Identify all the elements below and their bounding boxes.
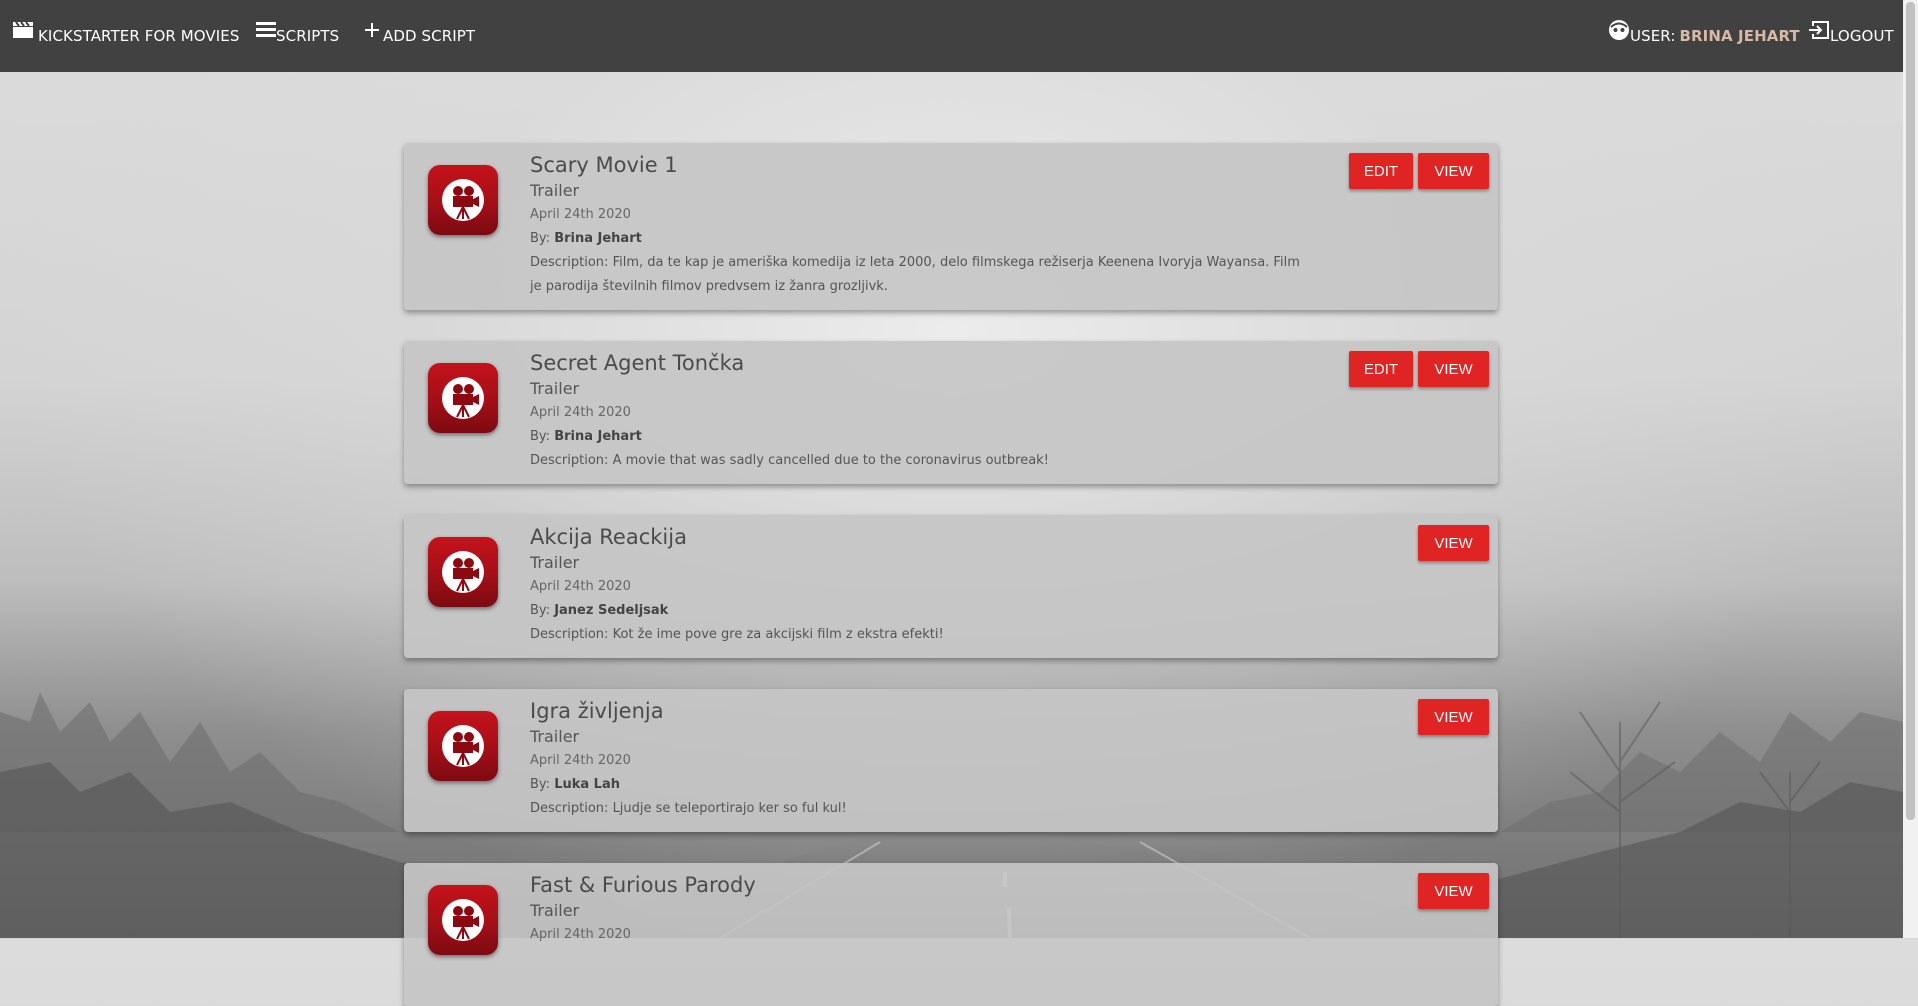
- clapperboard-icon: [12, 21, 34, 43]
- script-description-line: Description: A movie that was sadly canc…: [530, 449, 1310, 473]
- script-description-line: Description: Kot že ime pove gre za akci…: [530, 623, 1310, 647]
- movie-camera-icon: [428, 711, 498, 781]
- list-icon: [256, 21, 276, 43]
- page-scrollbar[interactable]: [1903, 0, 1918, 938]
- script-description-line: Description: Ljudje se teleportirajo ker…: [530, 797, 1310, 821]
- movie-camera-icon: [428, 537, 498, 607]
- nav-scripts[interactable]: SCRIPTS: [256, 0, 339, 72]
- logout-icon: [1808, 20, 1830, 44]
- script-title: Secret Agent Tončka: [530, 351, 745, 375]
- description-label: Description:: [530, 801, 609, 816]
- script-date: April 24th 2020: [530, 405, 631, 420]
- script-author: Brina Jehart: [554, 231, 642, 246]
- script-type: Trailer: [530, 901, 580, 920]
- edit-button[interactable]: EDIT: [1349, 351, 1413, 387]
- script-type: Trailer: [530, 553, 580, 572]
- logout-link[interactable]: LOGOUT: [1808, 0, 1894, 72]
- script-author: Luka Lah: [554, 777, 620, 792]
- script-author: Janez Sedeljsak: [554, 603, 669, 618]
- script-description: Kot že ime pove gre za akcijski film z e…: [612, 627, 944, 642]
- script-author: Brina Jehart: [554, 429, 642, 444]
- script-description: Ljudje se teleportirajo ker so ful kul!: [612, 801, 847, 816]
- script-author-line: By: Luka Lah: [530, 773, 1310, 797]
- by-label: By:: [530, 429, 551, 444]
- script-card: Secret Agent Tončka Trailer April 24th 2…: [404, 341, 1498, 484]
- nav-add-script[interactable]: ADD SCRIPT: [365, 0, 475, 72]
- script-card: Igra življenja Trailer April 24th 2020 B…: [404, 689, 1498, 832]
- top-navbar: KICKSTARTER FOR MOVIES SCRIPTS ADD SCRIP…: [0, 0, 1903, 72]
- script-card: Scary Movie 1 Trailer April 24th 2020 By…: [404, 143, 1498, 310]
- script-description-line: Description: Film, da te kap je ameriška…: [530, 251, 1310, 299]
- script-date: April 24th 2020: [530, 207, 631, 222]
- script-title: Igra življenja: [530, 699, 664, 723]
- plus-icon: [365, 23, 379, 41]
- script-author-line: By: Brina Jehart: [530, 227, 1310, 251]
- scrollbar-thumb[interactable]: [1906, 2, 1915, 820]
- script-description: A movie that was sadly cancelled due to …: [612, 453, 1049, 468]
- by-label: By:: [530, 231, 551, 246]
- view-button[interactable]: VIEW: [1418, 153, 1489, 189]
- user-label: USER:: [1630, 27, 1676, 45]
- script-description: Film, da te kap je ameriška komedija iz …: [530, 255, 1300, 294]
- script-date: April 24th 2020: [530, 927, 631, 942]
- script-card: Fast & Furious Parody Trailer April 24th…: [404, 863, 1498, 1006]
- movie-camera-icon: [428, 165, 498, 235]
- view-button[interactable]: VIEW: [1418, 873, 1489, 909]
- view-button[interactable]: VIEW: [1418, 525, 1489, 561]
- script-date: April 24th 2020: [530, 579, 631, 594]
- script-type: Trailer: [530, 181, 580, 200]
- user-info[interactable]: USER: BRINA JEHART: [1608, 0, 1800, 72]
- description-label: Description:: [530, 453, 609, 468]
- script-author-line: By: Brina Jehart: [530, 425, 1310, 449]
- by-label: By:: [530, 603, 551, 618]
- view-button[interactable]: VIEW: [1418, 699, 1489, 735]
- user-face-icon: [1608, 19, 1630, 45]
- script-author-line: By: Janez Sedeljsak: [530, 599, 1310, 623]
- script-title: Akcija Reackija: [530, 525, 687, 549]
- edit-button[interactable]: EDIT: [1349, 153, 1413, 189]
- by-label: By:: [530, 777, 551, 792]
- script-title: Scary Movie 1: [530, 153, 678, 177]
- nav-scripts-label: SCRIPTS: [276, 27, 340, 45]
- description-label: Description:: [530, 255, 609, 270]
- view-button[interactable]: VIEW: [1418, 351, 1489, 387]
- movie-camera-icon: [428, 885, 498, 955]
- script-title: Fast & Furious Parody: [530, 873, 756, 897]
- script-type: Trailer: [530, 379, 580, 398]
- script-type: Trailer: [530, 727, 580, 746]
- logout-label: LOGOUT: [1830, 27, 1894, 45]
- script-date: April 24th 2020: [530, 753, 631, 768]
- description-label: Description:: [530, 627, 609, 642]
- brand-label: KICKSTARTER FOR MOVIES: [38, 27, 240, 45]
- user-name: BRINA JEHART: [1679, 27, 1800, 45]
- movie-camera-icon: [428, 363, 498, 433]
- brand-link[interactable]: KICKSTARTER FOR MOVIES: [12, 0, 240, 72]
- script-card: Akcija Reackija Trailer April 24th 2020 …: [404, 515, 1498, 658]
- nav-add-script-label: ADD SCRIPT: [383, 27, 476, 45]
